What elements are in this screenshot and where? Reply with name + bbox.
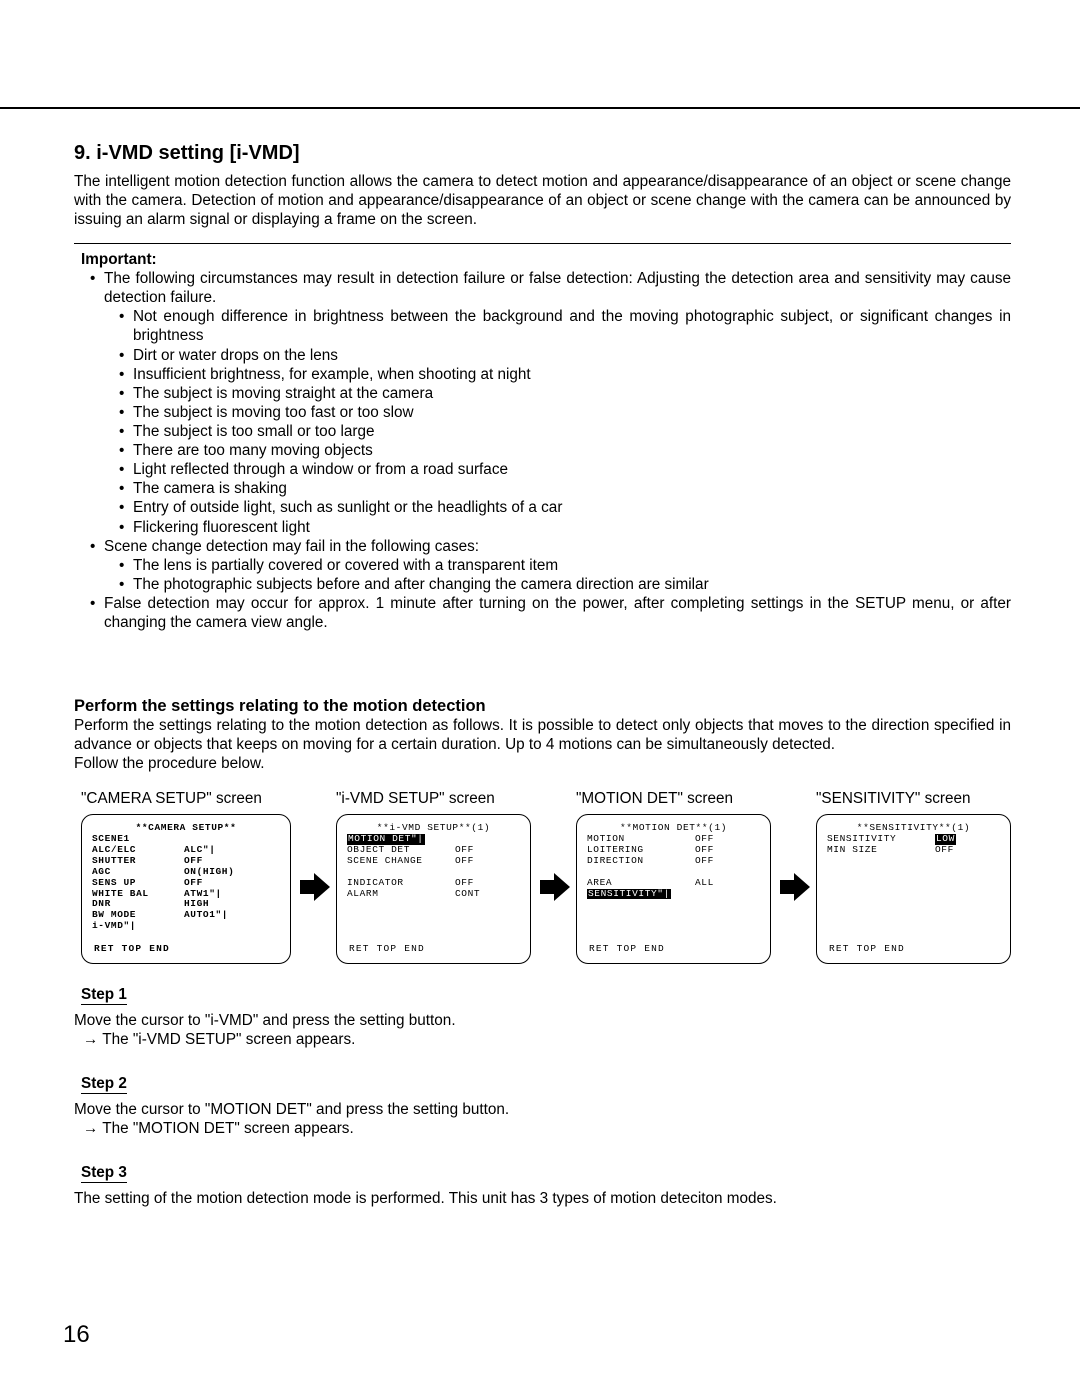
important-label: Important: xyxy=(81,250,1011,269)
sub-bullet-item: The subject is too small or too large xyxy=(112,422,1011,441)
sub-bullet-item: Flickering fluorescent light xyxy=(112,518,1011,537)
sub-bullet-item: Dirt or water drops on the lens xyxy=(112,346,1011,365)
section-heading: 9. i-VMD setting [i-VMD] xyxy=(74,142,1011,165)
intro-paragraph: The intelligent motion detection functio… xyxy=(74,172,1011,229)
step-1-line2: → The "i-VMD SETUP" screen appears. xyxy=(83,1030,1011,1049)
screen-footer: RET TOP END xyxy=(589,944,665,955)
screen-footer: RET TOP END xyxy=(829,944,905,955)
sub-bullet-item: Light reflected through a window or from… xyxy=(112,460,1011,479)
screen-motion-det: "MOTION DET" screen **MOTION DET**(1) MO… xyxy=(576,790,771,964)
bullet-text: The following circumstances may result i… xyxy=(104,270,1011,306)
step-2-label: Step 2 xyxy=(81,1075,127,1094)
bullet-text: Scene change detection may fail in the f… xyxy=(104,538,479,555)
step-1-line1: Move the cursor to "i-VMD" and press the… xyxy=(74,1011,1011,1030)
sub-paragraph: Perform the settings relating to the mot… xyxy=(74,716,1011,754)
screen-footer: RET TOP END xyxy=(349,944,425,955)
step-3-label: Step 3 xyxy=(81,1164,127,1183)
screen-ivmd-setup: "i-VMD SETUP" screen **i-VMD SETUP**(1) … xyxy=(336,790,531,964)
sub-bullet-item: The subject is moving too fast or too sl… xyxy=(112,403,1011,422)
sub-bullet-item: Not enough difference in brightness betw… xyxy=(112,307,1011,345)
arrow-right-icon xyxy=(538,870,572,904)
sub-bullet-item: The camera is shaking xyxy=(112,479,1011,498)
screen-label: "SENSITIVITY" screen xyxy=(816,790,1011,808)
step-1-label: Step 1 xyxy=(81,986,127,1005)
step-2-line2: → The "MOTION DET" screen appears. xyxy=(83,1119,1011,1138)
sub-bullet-item: The photographic subjects before and aft… xyxy=(112,575,1011,594)
arrow-right-icon xyxy=(298,870,332,904)
screen-footer: RET TOP END xyxy=(94,944,170,955)
screen-label: "i-VMD SETUP" screen xyxy=(336,790,531,808)
screen-label: "MOTION DET" screen xyxy=(576,790,771,808)
sub-paragraph-2: Follow the procedure below. xyxy=(74,754,1011,773)
page-number: 16 xyxy=(63,1321,90,1349)
screen-camera-setup: "CAMERA SETUP" screen **CAMERA SETUP** S… xyxy=(81,790,291,964)
sub-bullet-item: Insufficient brightness, for example, wh… xyxy=(112,365,1011,384)
sub-bullet-item: The lens is partially covered or covered… xyxy=(112,556,1011,575)
screen-label: "CAMERA SETUP" screen xyxy=(81,790,291,808)
step-3-line1: The setting of the motion detection mode… xyxy=(74,1189,1011,1208)
sub-bullet-item: The subject is moving straight at the ca… xyxy=(112,384,1011,403)
step-2-line1: Move the cursor to "MOTION DET" and pres… xyxy=(74,1100,1011,1119)
bullet-item: False detection may occur for approx. 1 … xyxy=(81,594,1011,632)
sub-heading: Perform the settings relating to the mot… xyxy=(74,697,1011,716)
arrow-right-icon xyxy=(778,870,812,904)
bullet-item: Scene change detection may fail in the f… xyxy=(81,537,1011,594)
sub-bullet-item: There are too many moving objects xyxy=(112,441,1011,460)
screen-sensitivity: "SENSITIVITY" screen **SENSITIVITY**(1) … xyxy=(816,790,1011,964)
bullet-item: The following circumstances may result i… xyxy=(81,269,1011,537)
sub-bullet-item: Entry of outside light, such as sunlight… xyxy=(112,498,1011,517)
